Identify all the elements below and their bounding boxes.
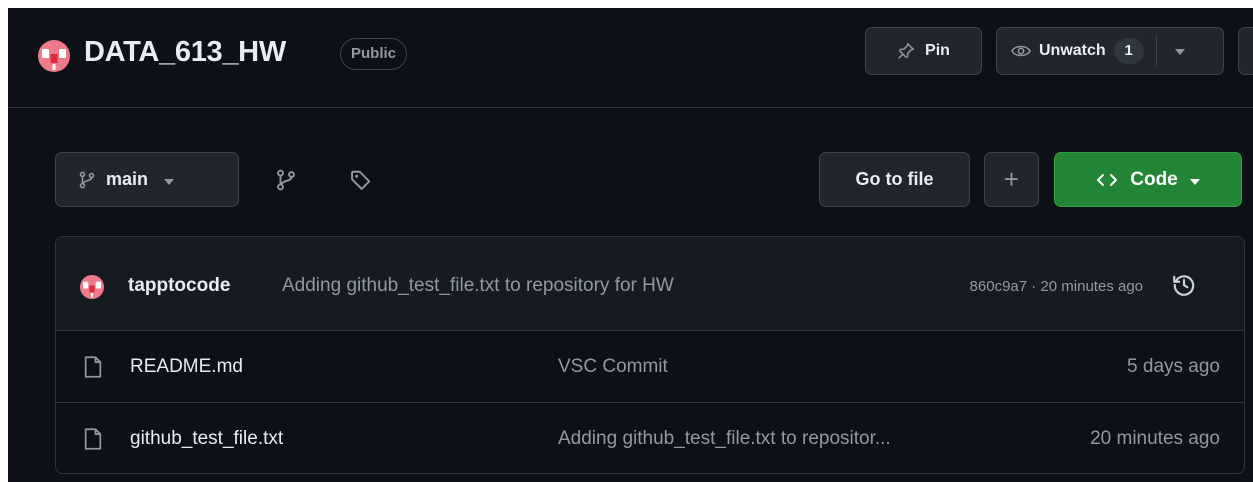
avatar[interactable] xyxy=(80,275,104,299)
file-name[interactable]: README.md xyxy=(130,356,243,378)
chevron-down-icon xyxy=(164,169,175,190)
branch-name: main xyxy=(106,169,149,189)
code-icon xyxy=(1097,173,1118,186)
file-icon xyxy=(84,356,102,378)
file-date: 20 minutes ago xyxy=(1090,428,1220,449)
file-name[interactable]: github_test_file.txt xyxy=(130,428,283,450)
history-icon[interactable] xyxy=(1171,272,1197,298)
pin-icon xyxy=(898,42,915,59)
commit-message[interactable]: Adding github_test_file.txt to repositor… xyxy=(282,275,674,297)
chevron-down-icon[interactable] xyxy=(1174,42,1185,60)
list-item[interactable]: README.md VSC Commit 5 days ago xyxy=(56,331,1244,403)
branches-link[interactable] xyxy=(270,164,302,196)
chevron-down-icon xyxy=(1189,169,1200,191)
pin-label: Pin xyxy=(925,42,950,59)
unwatch-button[interactable]: Unwatch 1 xyxy=(996,27,1224,75)
add-file-button[interactable]: + xyxy=(984,152,1039,207)
repo-avatar-icon xyxy=(38,40,70,72)
go-to-file-label: Go to file xyxy=(855,169,934,189)
eye-icon xyxy=(1011,45,1031,57)
visibility-badge: Public xyxy=(340,38,408,70)
pin-button[interactable]: Pin xyxy=(865,27,982,75)
file-date: 5 days ago xyxy=(1127,356,1220,377)
code-label: Code xyxy=(1130,168,1178,190)
more-button[interactable] xyxy=(1238,27,1253,75)
git-branch-icon xyxy=(79,171,95,188)
list-item[interactable]: github_test_file.txt Adding github_test_… xyxy=(56,403,1244,473)
file-icon xyxy=(84,428,102,450)
divider xyxy=(1155,35,1157,67)
repo-name[interactable]: DATA_613_HW xyxy=(84,36,286,69)
branch-selector[interactable]: main xyxy=(55,152,239,207)
commit-author[interactable]: tapptocode xyxy=(128,275,230,297)
tag-icon xyxy=(351,170,371,190)
file-browser: tapptocode Adding github_test_file.txt t… xyxy=(55,236,1245,474)
repo-page: DATA_613_HW Public Pin Unwatch 1 main Go… xyxy=(8,8,1253,482)
code-button[interactable]: Code xyxy=(1054,152,1242,207)
watch-count: 1 xyxy=(1113,38,1144,64)
tags-link[interactable] xyxy=(345,164,377,196)
latest-commit-bar: tapptocode Adding github_test_file.txt t… xyxy=(56,237,1244,331)
commit-meta[interactable]: 860c9a7 · 20 minutes ago xyxy=(970,278,1143,295)
unwatch-label: Unwatch xyxy=(1039,42,1106,59)
git-branch-icon xyxy=(277,169,295,191)
file-commit-message[interactable]: Adding github_test_file.txt to repositor… xyxy=(558,428,891,450)
plus-icon: + xyxy=(1003,164,1020,194)
repo-header: DATA_613_HW Public Pin Unwatch 1 xyxy=(8,8,1253,108)
go-to-file-button[interactable]: Go to file xyxy=(819,152,970,207)
file-commit-message[interactable]: VSC Commit xyxy=(558,356,668,378)
